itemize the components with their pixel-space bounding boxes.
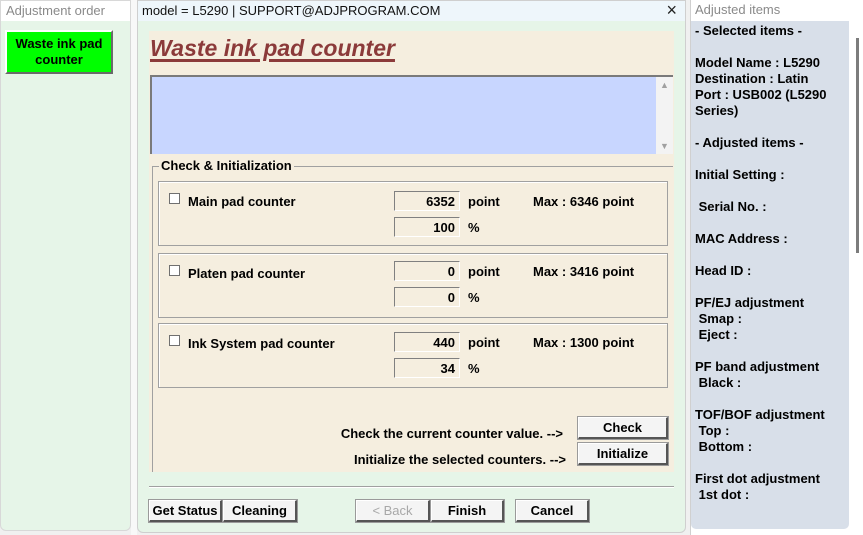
percent-unit: % [468,290,480,305]
platen-pad-percent-field: 0 [394,287,460,307]
ink-system-pad-percent-field: 34 [394,358,460,378]
adjusted-items-header: Adjusted items [695,2,781,17]
ink-system-pad-max: Max : 1300 point [533,335,635,350]
page-title: Waste ink pad counter [150,35,395,61]
pf-ej-adjustment: PF/EJ adjustment Smap : Eject : [695,295,805,342]
dialog-title: model = L5290 | SUPPORT@ADJPROGRAM.COM [142,3,441,18]
adjusted-items-panel: Adjusted items - Selected items - Model … [690,0,863,535]
close-icon[interactable]: × [666,0,677,20]
initialize-hint: Initialize the selected counters. --> [353,452,566,467]
log-textarea[interactable]: ▲ ▼ [150,75,673,154]
back-button[interactable]: < Back [355,499,431,523]
adjustment-order-panel: Adjustment order Waste ink pad counter [0,0,131,531]
waste-ink-dialog: model = L5290 | SUPPORT@ADJPROGRAM.COM ×… [137,0,686,533]
adjusted-items-subheader: - Adjusted items - [695,135,804,150]
ink-system-pad-checkbox[interactable] [169,335,180,346]
first-dot-adjustment: First dot adjustment 1st dot : [695,471,820,502]
percent-unit: % [468,361,480,376]
footer-divider [149,486,674,487]
pf-band-adjustment: PF band adjustment Black : [695,359,820,390]
dialog-content: Waste ink pad counter ▲ ▼ Check & Initia… [149,31,674,472]
point-unit: point [468,194,500,209]
percent-unit: % [468,220,480,235]
port: Port : USB002 (L5290 Series) [695,87,827,118]
scroll-down-icon[interactable]: ▼ [660,141,669,151]
main-pad-max: Max : 6346 point [533,194,635,209]
check-initialization-group: Check & Initialization Main pad counter … [152,158,673,472]
group-label: Check & Initialization [159,158,294,173]
point-unit: point [468,335,500,350]
ink-system-pad-point-field: 440 [394,332,460,352]
model-name: Model Name : L5290 [695,55,820,70]
head-id: Head ID : [695,263,752,278]
main-pad-checkbox[interactable] [169,193,180,204]
adjusted-items-list: - Selected items - Model Name : L5290 De… [691,21,849,529]
ink-system-pad-counter-row: Ink System pad counter 440 point Max : 1… [158,323,668,388]
main-pad-percent-field: 100 [394,217,460,237]
ink-system-pad-label: Ink System pad counter [188,336,335,351]
platen-pad-max: Max : 3416 point [533,264,635,279]
mac-address: MAC Address : [695,231,788,246]
main-pad-label: Main pad counter [188,194,296,209]
scroll-up-icon[interactable]: ▲ [660,80,669,90]
get-status-button[interactable]: Get Status [148,499,223,523]
platen-pad-checkbox[interactable] [169,265,180,276]
cleaning-button[interactable]: Cleaning [222,499,298,523]
main-pad-point-field: 6352 [394,191,460,211]
platen-pad-point-field: 0 [394,261,460,281]
log-scrollbar[interactable]: ▲ ▼ [656,77,673,154]
check-button[interactable]: Check [577,416,669,440]
selected-items-header: - Selected items - [695,23,802,38]
initialize-button[interactable]: Initialize [577,442,669,466]
adjusted-items-scrollbar[interactable] [856,38,859,253]
initial-setting: Initial Setting : [695,167,785,182]
destination: Destination : Latin [695,71,809,86]
finish-button[interactable]: Finish [430,499,505,523]
waste-ink-pad-counter-button[interactable]: Waste ink pad counter [5,30,113,74]
platen-pad-label: Platen pad counter [188,266,306,281]
dialog-titlebar: model = L5290 | SUPPORT@ADJPROGRAM.COM × [138,0,685,21]
cancel-button[interactable]: Cancel [515,499,590,523]
tof-bof-adjustment: TOF/BOF adjustment Top : Bottom : [695,407,825,454]
point-unit: point [468,264,500,279]
platen-pad-counter-row: Platen pad counter 0 point Max : 3416 po… [158,253,668,318]
main-pad-counter-row: Main pad counter 6352 point Max : 6346 p… [158,181,668,246]
serial-no: Serial No. : [695,199,767,214]
adjustment-order-header: Adjustment order [1,1,130,21]
check-hint: Check the current counter value. --> [340,426,563,441]
